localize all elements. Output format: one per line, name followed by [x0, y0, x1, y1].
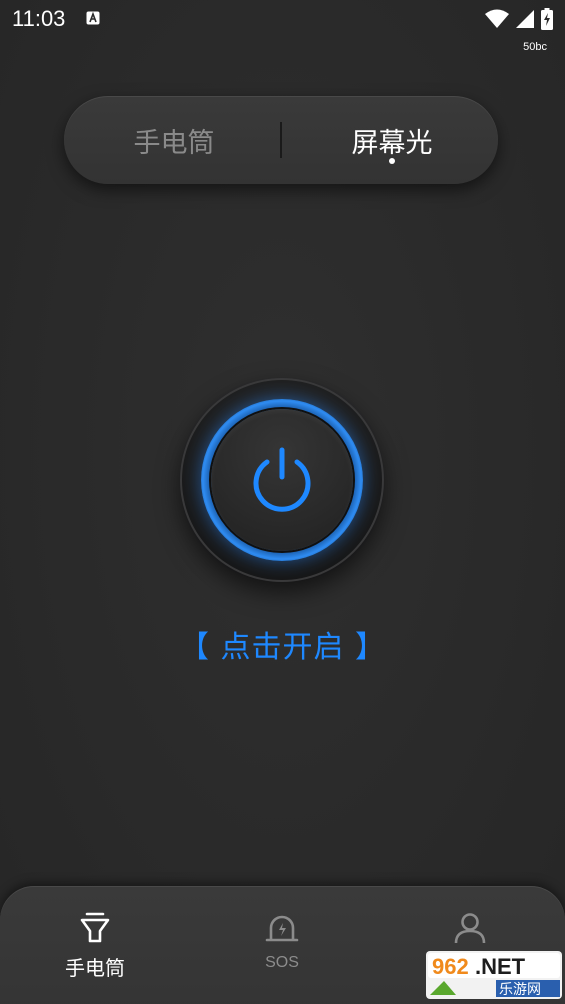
power-icon [253, 447, 311, 512]
status-bar: 11:03 50bc [0, 0, 565, 53]
power-button-face [211, 409, 353, 551]
status-sub-label: 50bc [523, 41, 547, 53]
nav-item-flashlight[interactable]: 手电筒 [35, 910, 155, 990]
nav-label-flashlight: 手电筒 [65, 956, 125, 980]
svg-text:乐游网: 乐游网 [499, 982, 541, 998]
alarm-icon [265, 915, 299, 942]
power-button[interactable] [180, 378, 384, 582]
active-tab-indicator [389, 158, 395, 164]
mode-segmented-control: 手电筒 屏幕光 [64, 96, 498, 184]
app-screen: 11:03 50bc 手电筒 屏幕光 【 点击开启 】 手电筒 SOS 962 … [0, 0, 565, 1004]
wifi-icon [485, 9, 509, 28]
status-icons [485, 8, 553, 30]
segment-divider [280, 122, 282, 158]
status-time: 11:03 [12, 6, 66, 31]
nav-label-sos: SOS [265, 954, 299, 971]
signal-icon [516, 10, 534, 28]
battery-icon [541, 8, 553, 30]
tab-screen-light[interactable]: 屏幕光 [294, 96, 490, 184]
flashlight-icon [80, 912, 110, 943]
watermark-logo: 962 .NET 乐游网 [426, 951, 562, 999]
tap-to-start-label[interactable]: 【 点击开启 】 [0, 622, 565, 666]
person-icon [454, 913, 486, 944]
nav-item-sos[interactable]: SOS [222, 910, 342, 990]
svg-text:.NET: .NET [475, 954, 526, 979]
svg-text:962: 962 [432, 954, 469, 979]
tab-flashlight[interactable]: 手电筒 [84, 96, 264, 184]
keyboard-a-icon [86, 11, 100, 25]
